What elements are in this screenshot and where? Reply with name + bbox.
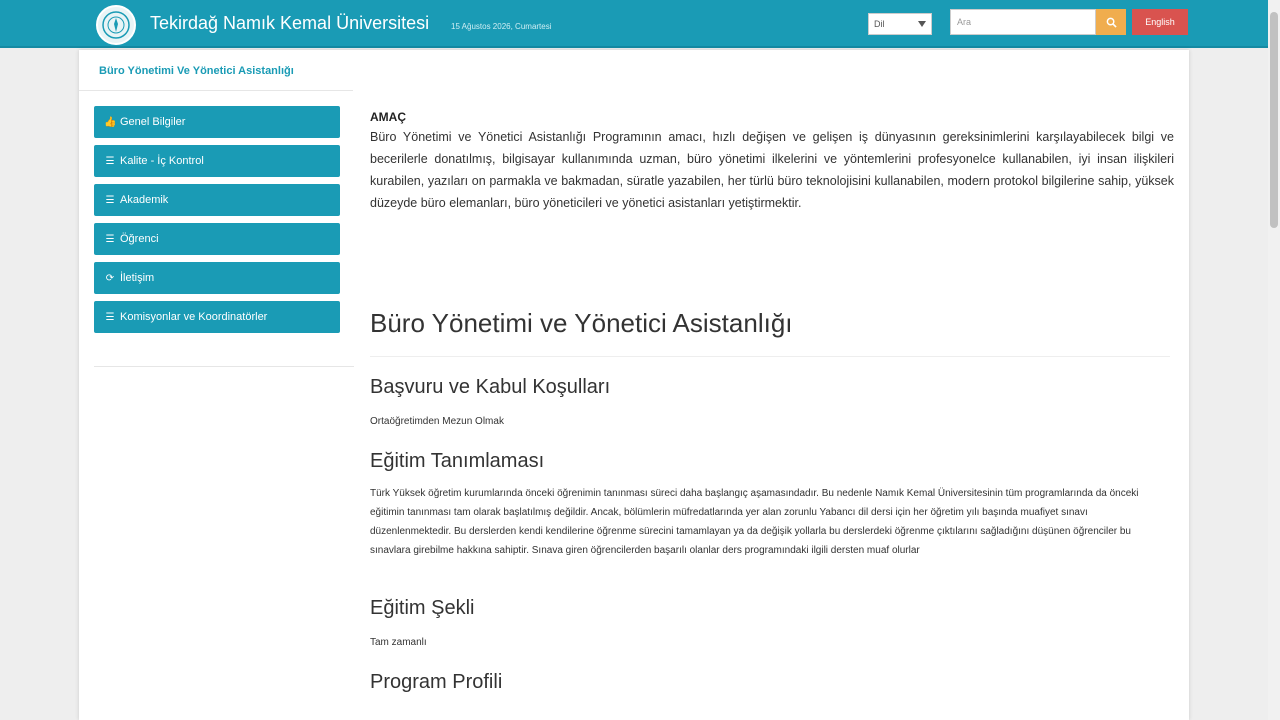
language-select[interactable]: Dil — [868, 13, 932, 35]
list-icon: ☰ — [105, 155, 115, 167]
chevron-down-icon — [918, 21, 926, 27]
sidebar-item-kalite[interactable]: ☰ Kalite - İç Kontrol — [94, 145, 340, 177]
sidebar-item-label: Kalite - İç Kontrol — [120, 155, 204, 167]
divider — [79, 90, 353, 91]
thumbs-up-icon: 👍 — [104, 116, 117, 128]
refresh-icon: ⟳ — [105, 272, 115, 284]
top-bar: Tekirdağ Namık Kemal Üniversitesi 15 Ağu… — [0, 0, 1268, 48]
section-text: Türk Yüksek öğretim kurumlarında önceki … — [370, 488, 1139, 556]
sidebar-menu: 👍 Genel Bilgiler ☰ Kalite - İç Kontrol ☰… — [94, 106, 340, 340]
purpose-section: AMAÇ Büro Yönetimi ve Yönetici Asistanlı… — [370, 110, 1174, 214]
purpose-title: AMAÇ — [370, 110, 406, 124]
divider — [94, 366, 354, 367]
sidebar-item-ogrenci[interactable]: ☰ Öğrenci — [94, 223, 340, 255]
sidebar-item-label: İletişim — [120, 272, 155, 284]
section-title: Eğitim Tanımlaması — [370, 450, 545, 472]
list-icon: ☰ — [105, 311, 115, 323]
sidebar-item-label: Akademik — [120, 194, 169, 206]
section-title: Başvuru ve Kabul Koşulları — [370, 376, 611, 398]
seal-icon — [102, 11, 130, 39]
scrollbar-thumb[interactable] — [1270, 12, 1278, 228]
section-text: Ortaöğretimden Mezun Olmak — [370, 416, 504, 427]
divider — [370, 356, 1170, 357]
program-title: Büro Yönetimi ve Yönetici Asistanlığı — [370, 308, 793, 338]
site-title[interactable]: Tekirdağ Namık Kemal Üniversitesi — [150, 13, 429, 34]
sidebar-item-akademik[interactable]: ☰ Akademik — [94, 184, 340, 216]
search-placeholder: Ara — [957, 17, 972, 27]
list-icon: ☰ — [105, 194, 115, 206]
university-logo[interactable] — [96, 5, 136, 45]
list-icon: ☰ — [105, 233, 115, 245]
search-icon — [1106, 17, 1117, 28]
search-input[interactable]: Ara — [950, 9, 1096, 35]
sidebar-item-genel-bilgiler[interactable]: 👍 Genel Bilgiler — [94, 106, 340, 138]
section-title: Program Profili — [370, 671, 503, 693]
purpose-text: Büro Yönetimi ve Yönetici Asistanlığı Pr… — [370, 130, 1174, 210]
date-text: 15 Ağustos 2026, Cumartesi — [451, 22, 552, 31]
sidebar-item-iletisim[interactable]: ⟳ İletişim — [94, 262, 340, 294]
language-select-label: Dil — [874, 19, 885, 29]
sidebar-item-label: Genel Bilgiler — [120, 116, 186, 128]
search-button[interactable] — [1096, 9, 1126, 35]
main-container: Büro Yönetimi Ve Yönetici Asistanlığı 👍 … — [79, 50, 1189, 720]
section-text: Tam zamanlı — [370, 637, 427, 648]
sidebar-item-komisyonlar[interactable]: ☰ Komisyonlar ve Koordinatörler — [94, 301, 340, 333]
sidebar-item-label: Komisyonlar ve Koordinatörler — [120, 311, 268, 323]
sidebar-item-label: Öğrenci — [120, 233, 159, 245]
section-title: Eğitim Şekli — [370, 597, 475, 619]
english-button[interactable]: English — [1132, 9, 1188, 35]
department-title[interactable]: Büro Yönetimi Ve Yönetici Asistanlığı — [99, 65, 294, 77]
